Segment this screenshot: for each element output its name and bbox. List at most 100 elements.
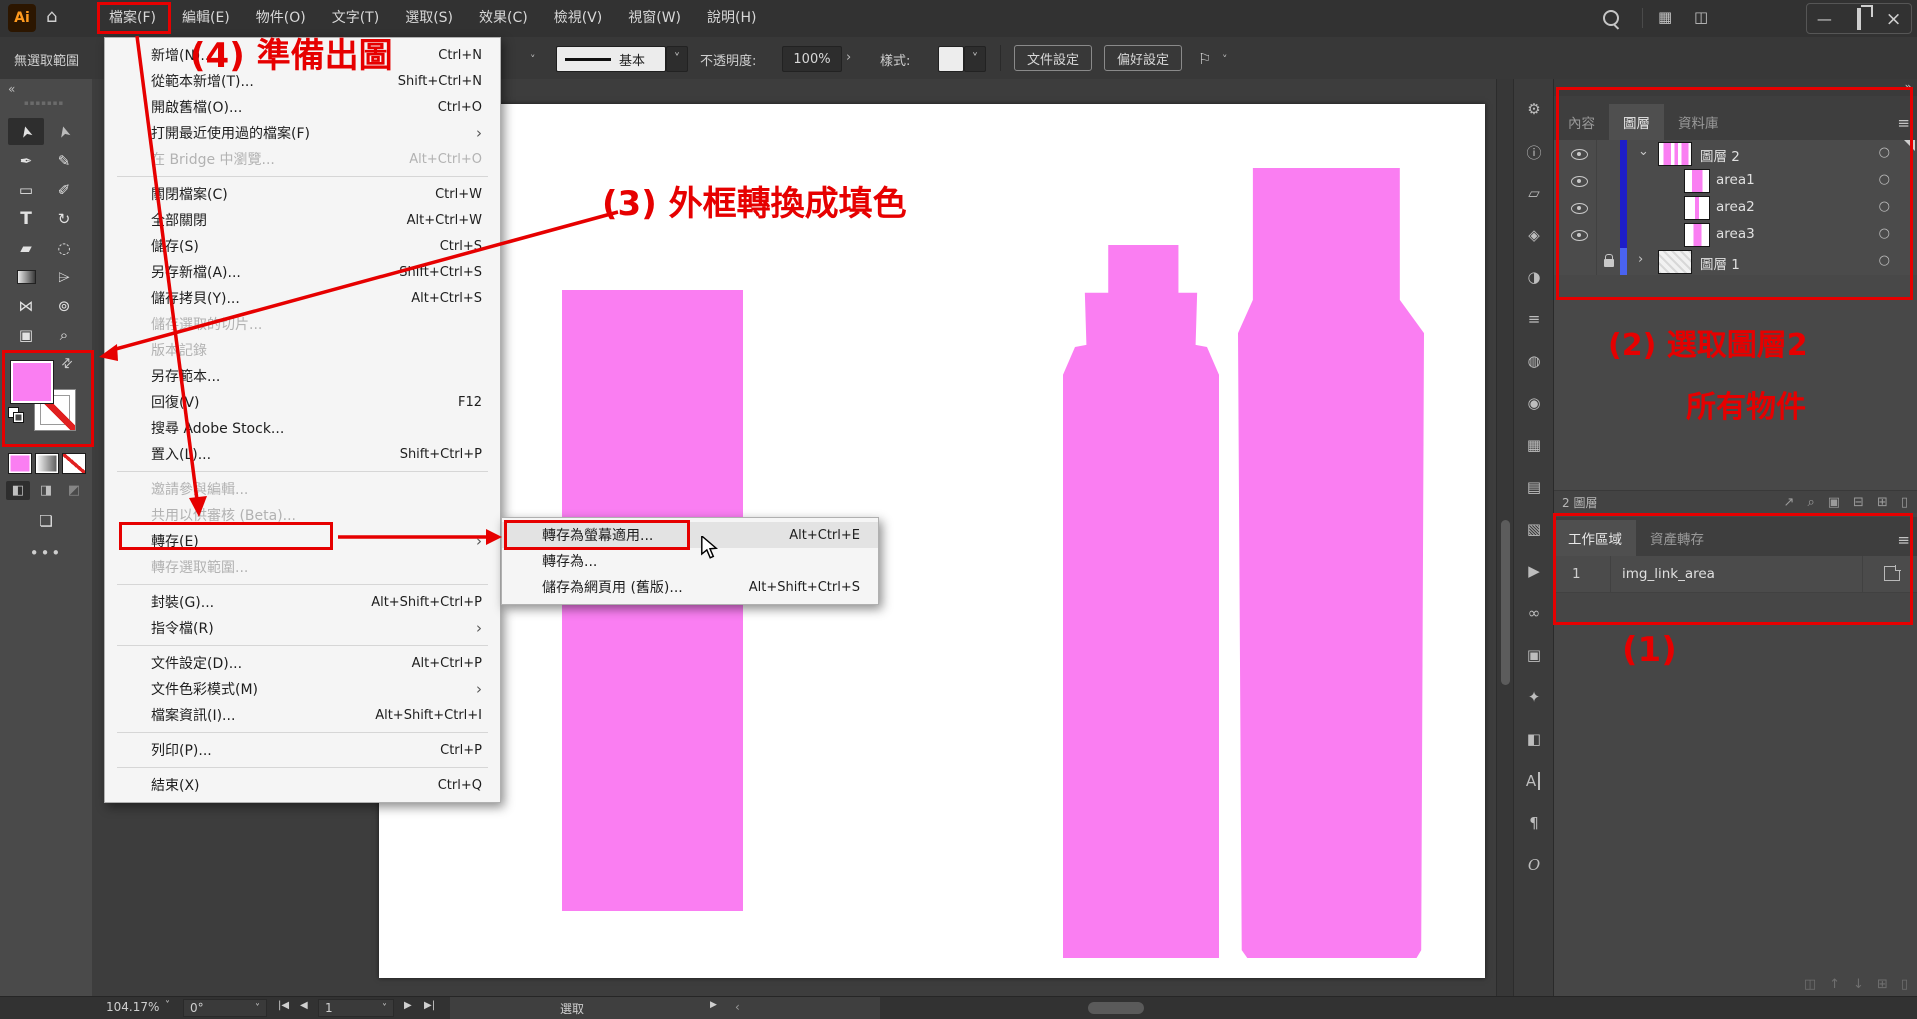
stroke-panel-icon[interactable]: ≡ <box>1514 310 1554 328</box>
menu-item-exit[interactable]: 結束(X)Ctrl+Q <box>105 772 500 798</box>
zoom-dropdown-chevron-icon[interactable]: ˅ <box>165 1000 170 1011</box>
stroke-dropdown-chevron-icon[interactable]: ˅ <box>666 46 688 72</box>
swatches-panel-icon[interactable]: ▦ <box>1514 436 1554 454</box>
menu-item-document-setup[interactable]: 文件設定(D)...Alt+Ctrl+P <box>105 650 500 676</box>
actions-panel-icon[interactable]: ▶ <box>1514 562 1554 580</box>
document-setup-button[interactable]: 文件設定 <box>1014 45 1092 71</box>
selection-tool[interactable]: ➤ <box>8 118 44 145</box>
fill-color-swatch[interactable] <box>10 360 54 404</box>
menu-item-open[interactable]: 開啟舊檔(O)...Ctrl+O <box>105 94 500 120</box>
visibility-eye-icon[interactable] <box>1571 176 1588 187</box>
character-panel-icon[interactable]: A <box>1524 772 1540 790</box>
eraser-tool[interactable]: ▰ <box>8 234 44 261</box>
preferences-button[interactable]: 偏好設定 <box>1104 45 1182 71</box>
visibility-eye-icon[interactable] <box>1571 149 1588 160</box>
menu-item-place[interactable]: 置入(L)...Shift+Ctrl+P <box>105 441 500 467</box>
submenu-item-export-for-screens[interactable]: 轉存為螢幕適用...Alt+Ctrl+E <box>502 522 878 548</box>
new-artboard-icon[interactable]: ⊞ <box>1877 977 1888 992</box>
type-tool[interactable]: T <box>8 205 44 232</box>
tab-properties[interactable]: 內容 <box>1554 104 1609 140</box>
tab-artboards[interactable]: 工作區域 <box>1554 520 1636 556</box>
zoom-level-value[interactable]: 104.17% <box>106 1000 159 1014</box>
shape-builder-tool[interactable]: ⊚ <box>46 292 82 319</box>
new-sublayer-icon[interactable]: ⊟ <box>1853 495 1864 510</box>
next-artboard-icon[interactable]: ▶ <box>404 1000 412 1011</box>
submenu-item-save-for-web-legacy[interactable]: 儲存為網頁用 (舊版)...Alt+Shift+Ctrl+S <box>502 574 878 600</box>
draw-behind-mode-icon[interactable]: ◨ <box>34 481 58 500</box>
draw-normal-mode-icon[interactable]: ◧ <box>6 481 30 500</box>
object-thumbnail[interactable] <box>1684 169 1710 193</box>
style-dropdown-chevron-icon[interactable]: ˅ <box>964 46 986 72</box>
status-play-icon[interactable]: ▶ <box>710 1000 717 1010</box>
layer-thumbnail[interactable] <box>1658 250 1692 274</box>
opentype-panel-icon[interactable]: O <box>1514 856 1554 874</box>
last-artboard-icon[interactable]: ▶| <box>424 1000 435 1011</box>
collapse-layer-icon[interactable]: ⌄ <box>1638 144 1649 159</box>
toolbar-grip-handle[interactable]: ▪▪▪▪▪▪▪ <box>24 99 64 107</box>
curvature-tool[interactable]: ✎ <box>46 147 82 174</box>
rectangle-tool[interactable]: ▭ <box>8 176 44 203</box>
menu-item-document-color-mode[interactable]: 文件色彩模式(M)› <box>105 676 500 702</box>
workspace-switcher-icon[interactable]: ▦ <box>1658 8 1672 26</box>
menu-item-close[interactable]: 關閉檔案(C)Ctrl+W <box>105 181 500 207</box>
arrange-documents-icon[interactable]: ◫ <box>1694 8 1708 26</box>
menu-item-save[interactable]: 儲存(S)Ctrl+S <box>105 233 500 259</box>
gradient-tool[interactable] <box>8 263 44 290</box>
info-panel-icon[interactable]: ⓘ <box>1514 142 1554 163</box>
target-circle-icon[interactable]: ○ <box>1879 145 1890 160</box>
move-artboard-up-icon[interactable]: ↑ <box>1829 977 1840 992</box>
target-circle-icon[interactable]: ○ <box>1879 253 1890 268</box>
puppet-warp-tool[interactable]: ⋈ <box>8 292 44 319</box>
pink-bottle-area3[interactable] <box>1238 168 1424 958</box>
graphic-styles-panel-icon[interactable]: ◑ <box>1514 268 1554 286</box>
layer-row-area1[interactable]: area1 ○ <box>1554 167 1917 195</box>
color-button[interactable] <box>8 453 32 474</box>
tab-layers[interactable]: 圖層 <box>1609 104 1664 140</box>
menu-view[interactable]: 檢視(V) <box>541 0 616 37</box>
menu-item-save-as[interactable]: 另存新檔(A)...Shift+Ctrl+S <box>105 259 500 285</box>
new-layer-icon[interactable]: ⊞ <box>1877 495 1888 510</box>
target-circle-icon[interactable]: ○ <box>1879 199 1890 214</box>
pen-tool[interactable]: ✒ <box>8 147 44 174</box>
opacity-input[interactable]: 100% <box>782 46 842 72</box>
menu-item-revert[interactable]: 回復(V)F12 <box>105 389 500 415</box>
style-swatch[interactable] <box>938 46 964 72</box>
layers-panel-menu-icon[interactable]: ≡ <box>1897 114 1910 132</box>
pink-bottle-area2[interactable] <box>1063 245 1219 958</box>
delete-artboard-icon[interactable]: ▯ <box>1901 977 1908 992</box>
swap-fill-stroke-icon[interactable]: ⇄ <box>58 354 76 372</box>
menu-item-close-all[interactable]: 全部關閉Alt+Ctrl+W <box>105 207 500 233</box>
rearrange-artboards-icon[interactable]: ◫ <box>1804 977 1816 992</box>
artboard-row[interactable]: 1 img_link_area <box>1554 556 1917 593</box>
collapse-tools-icon[interactable]: « <box>8 82 15 96</box>
object-thumbnail[interactable] <box>1684 223 1710 247</box>
menu-effect[interactable]: 效果(C) <box>466 0 541 37</box>
menu-item-save-a-copy[interactable]: 儲存拷貝(Y)...Alt+Ctrl+S <box>105 285 500 311</box>
links-panel-icon[interactable]: ∞ <box>1514 604 1554 622</box>
rotate-tool[interactable]: ↻ <box>46 205 82 232</box>
layer-name[interactable]: 圖層 1 <box>1700 253 1740 273</box>
move-artboard-down-icon[interactable]: ↓ <box>1853 977 1864 992</box>
artboards-panel-menu-icon[interactable]: ≡ <box>1897 531 1910 549</box>
rotation-dropdown[interactable]: 0° ˅ <box>183 999 267 1017</box>
layer-row-area3[interactable]: area3 ○ <box>1554 221 1917 249</box>
layer-name[interactable]: 圖層 2 <box>1700 145 1740 165</box>
home-icon[interactable]: ⌂ <box>46 6 57 27</box>
restore-button[interactable] <box>1844 10 1874 28</box>
first-artboard-icon[interactable]: |◀ <box>278 1000 289 1011</box>
edit-toolbar-button[interactable]: ••• <box>28 539 64 566</box>
menu-help[interactable]: 說明(H) <box>694 0 769 37</box>
locate-object-icon[interactable]: ⌕ <box>1807 495 1814 510</box>
properties-panel-icon[interactable]: ⚙ <box>1514 100 1554 118</box>
transform-panel-icon[interactable]: ▱ <box>1514 184 1554 202</box>
target-circle-icon[interactable]: ○ <box>1879 172 1890 187</box>
previous-artboard-icon[interactable]: ◀ <box>300 1000 308 1011</box>
symbols-panel-icon[interactable]: ▧ <box>1514 520 1554 538</box>
menu-item-print[interactable]: 列印(P)...Ctrl+P <box>105 737 500 763</box>
layer-row-area2[interactable]: area2 ○ <box>1554 194 1917 222</box>
artboard-name[interactable]: img_link_area <box>1622 566 1715 582</box>
brushes-panel-icon[interactable]: ▤ <box>1514 478 1554 496</box>
submenu-item-export-as[interactable]: 轉存為... <box>502 548 878 574</box>
collect-for-export-icon[interactable]: ↗ <box>1784 495 1795 510</box>
artboards-panel-icon[interactable]: ▣ <box>1514 646 1554 664</box>
